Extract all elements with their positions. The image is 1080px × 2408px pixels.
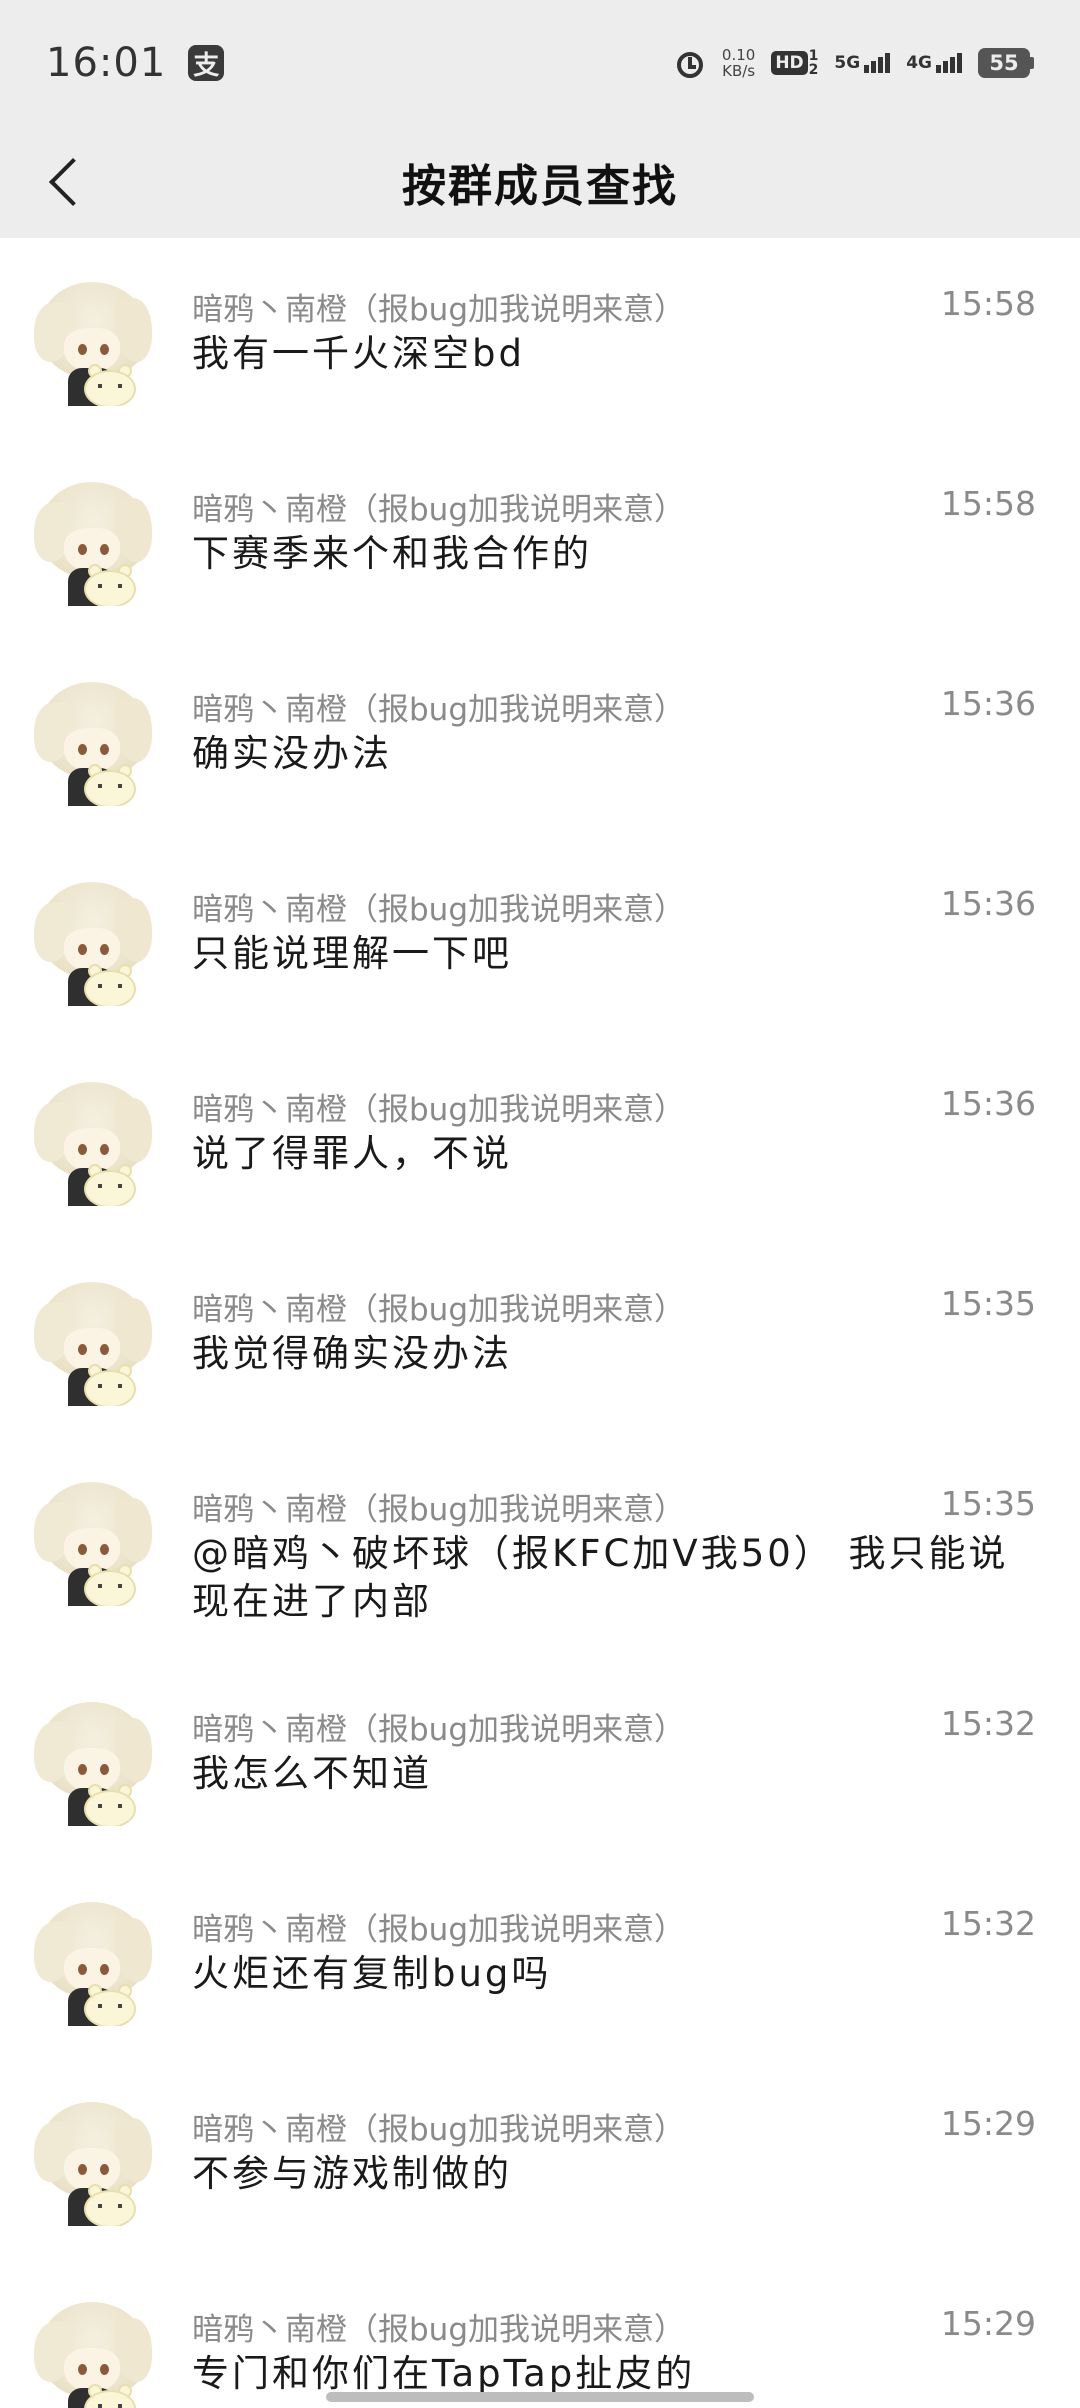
- avatar[interactable]: [34, 682, 152, 806]
- sender-name: 暗鸦丶南橙（报bug加我说明来意）: [192, 492, 686, 528]
- page-title: 按群成员查找: [402, 161, 678, 212]
- message-text: @暗鸡丶破坏球（报KFC加V我50） 我只能说现在进了内部: [192, 1532, 1009, 1623]
- message-time: 15:35: [940, 1284, 1036, 1323]
- status-time: 16:01: [46, 40, 167, 86]
- message-time: 15:29: [940, 2304, 1036, 2343]
- message-text: 不参与游戏制做的: [192, 2152, 512, 2195]
- sender-name: 暗鸦丶南橙（报bug加我说明来意）: [192, 2312, 686, 2348]
- hd-voice-icon: HD 12: [771, 49, 818, 77]
- network-speed-unit: KB/s: [722, 62, 756, 80]
- message-item[interactable]: 暗鸦丶南橙（报bug加我说明来意） 15:36 说了得罪人，不说: [0, 1038, 1080, 1238]
- message-list[interactable]: 暗鸦丶南橙（报bug加我说明来意） 15:58 我有一千火深空bd 暗鸦丶南橙（…: [0, 238, 1080, 2408]
- message-text: 专门和你们在TapTap扯皮的: [192, 2352, 696, 2395]
- sender-name: 暗鸦丶南橙（报bug加我说明来意）: [192, 1292, 686, 1328]
- status-bar: 16:01 支 0.10 KB/s HD 12 5G 4G 55: [0, 0, 1080, 126]
- message-text: 说了得罪人，不说: [192, 1132, 512, 1175]
- avatar[interactable]: [34, 482, 152, 606]
- home-indicator[interactable]: [326, 2392, 754, 2402]
- sender-name: 暗鸦丶南橙（报bug加我说明来意）: [192, 692, 686, 728]
- sender-name: 暗鸦丶南橙（报bug加我说明来意）: [192, 292, 686, 328]
- message-text: 我有一千火深空bd: [192, 332, 525, 375]
- message-time: 15:58: [940, 284, 1036, 323]
- sender-name: 暗鸦丶南橙（报bug加我说明来意）: [192, 1492, 686, 1528]
- hd-label: HD: [771, 51, 808, 75]
- screen: 16:01 支 0.10 KB/s HD 12 5G 4G 55 按群成员查找 …: [0, 0, 1080, 2408]
- status-icons: 0.10 KB/s HD 12 5G 4G 55: [674, 47, 1034, 79]
- battery-icon: 55: [978, 48, 1034, 78]
- hd-sub-bottom: 2: [808, 62, 819, 78]
- alipay-notification-icon: 支: [188, 45, 225, 81]
- avatar[interactable]: [34, 282, 152, 406]
- signal-5g-label: 5G: [834, 53, 861, 73]
- message-item[interactable]: 暗鸦丶南橙（报bug加我说明来意） 15:29 不参与游戏制做的: [0, 2058, 1080, 2258]
- avatar[interactable]: [34, 2302, 152, 2408]
- sender-name: 暗鸦丶南橙（报bug加我说明来意）: [192, 1912, 686, 1948]
- message-item[interactable]: 暗鸦丶南橙（报bug加我说明来意） 15:32 火炬还有复制bug吗: [0, 1858, 1080, 2058]
- message-text: 火炬还有复制bug吗: [192, 1952, 552, 1995]
- message-time: 15:32: [940, 1704, 1036, 1743]
- message-text: 我觉得确实没办法: [192, 1332, 512, 1375]
- avatar[interactable]: [34, 1482, 152, 1606]
- message-text: 确实没办法: [192, 732, 392, 775]
- nav-header: 按群成员查找: [0, 126, 1080, 238]
- message-item[interactable]: 暗鸦丶南橙（报bug加我说明来意） 15:32 我怎么不知道: [0, 1658, 1080, 1858]
- message-text: 我怎么不知道: [192, 1752, 432, 1795]
- message-item[interactable]: 暗鸦丶南橙（报bug加我说明来意） 15:58 我有一千火深空bd: [0, 238, 1080, 438]
- back-arrow-icon: [48, 157, 98, 207]
- battery-level: 55: [978, 48, 1030, 78]
- sender-name: 暗鸦丶南橙（报bug加我说明来意）: [192, 892, 686, 928]
- message-item[interactable]: 暗鸦丶南橙（报bug加我说明来意） 15:58 下赛季来个和我合作的: [0, 438, 1080, 638]
- signal-5g-icon: 5G: [834, 53, 891, 73]
- message-item[interactable]: 暗鸦丶南橙（报bug加我说明来意） 15:36 只能说理解一下吧: [0, 838, 1080, 1038]
- message-time: 15:36: [940, 684, 1036, 723]
- message-time: 15:36: [940, 884, 1036, 923]
- message-time: 15:35: [940, 1484, 1036, 1523]
- message-text: 只能说理解一下吧: [192, 932, 512, 975]
- message-item[interactable]: 暗鸦丶南橙（报bug加我说明来意） 15:29 专门和你们在TapTap扯皮的: [0, 2258, 1080, 2408]
- signal-4g-label: 4G: [906, 53, 932, 73]
- hd-sub-top: 1: [808, 48, 819, 64]
- avatar[interactable]: [34, 1902, 152, 2026]
- avatar[interactable]: [34, 2102, 152, 2226]
- network-speed-value: 0.10: [721, 46, 756, 64]
- sender-name: 暗鸦丶南橙（报bug加我说明来意）: [192, 2112, 686, 2148]
- sender-name: 暗鸦丶南橙（报bug加我说明来意）: [192, 1092, 686, 1128]
- message-item[interactable]: 暗鸦丶南橙（报bug加我说明来意） 15:36 确实没办法: [0, 638, 1080, 838]
- avatar[interactable]: [34, 1082, 152, 1206]
- back-button[interactable]: [34, 150, 98, 214]
- message-text: 下赛季来个和我合作的: [192, 532, 592, 575]
- network-speed: 0.10 KB/s: [722, 47, 755, 79]
- message-item[interactable]: 暗鸦丶南橙（报bug加我说明来意） 15:35 我觉得确实没办法: [0, 1238, 1080, 1438]
- alarm-icon: [674, 47, 706, 79]
- avatar[interactable]: [34, 1702, 152, 1826]
- sender-name: 暗鸦丶南橙（报bug加我说明来意）: [192, 1712, 686, 1748]
- message-time: 15:36: [940, 1084, 1036, 1123]
- message-time: 15:32: [940, 1904, 1036, 1943]
- message-time: 15:58: [940, 484, 1036, 523]
- message-item[interactable]: 暗鸦丶南橙（报bug加我说明来意） 15:35 @暗鸡丶破坏球（报KFC加V我5…: [0, 1438, 1080, 1658]
- message-time: 15:29: [940, 2104, 1036, 2143]
- signal-4g-icon: 4G: [906, 53, 962, 73]
- avatar[interactable]: [34, 882, 152, 1006]
- avatar[interactable]: [34, 1282, 152, 1406]
